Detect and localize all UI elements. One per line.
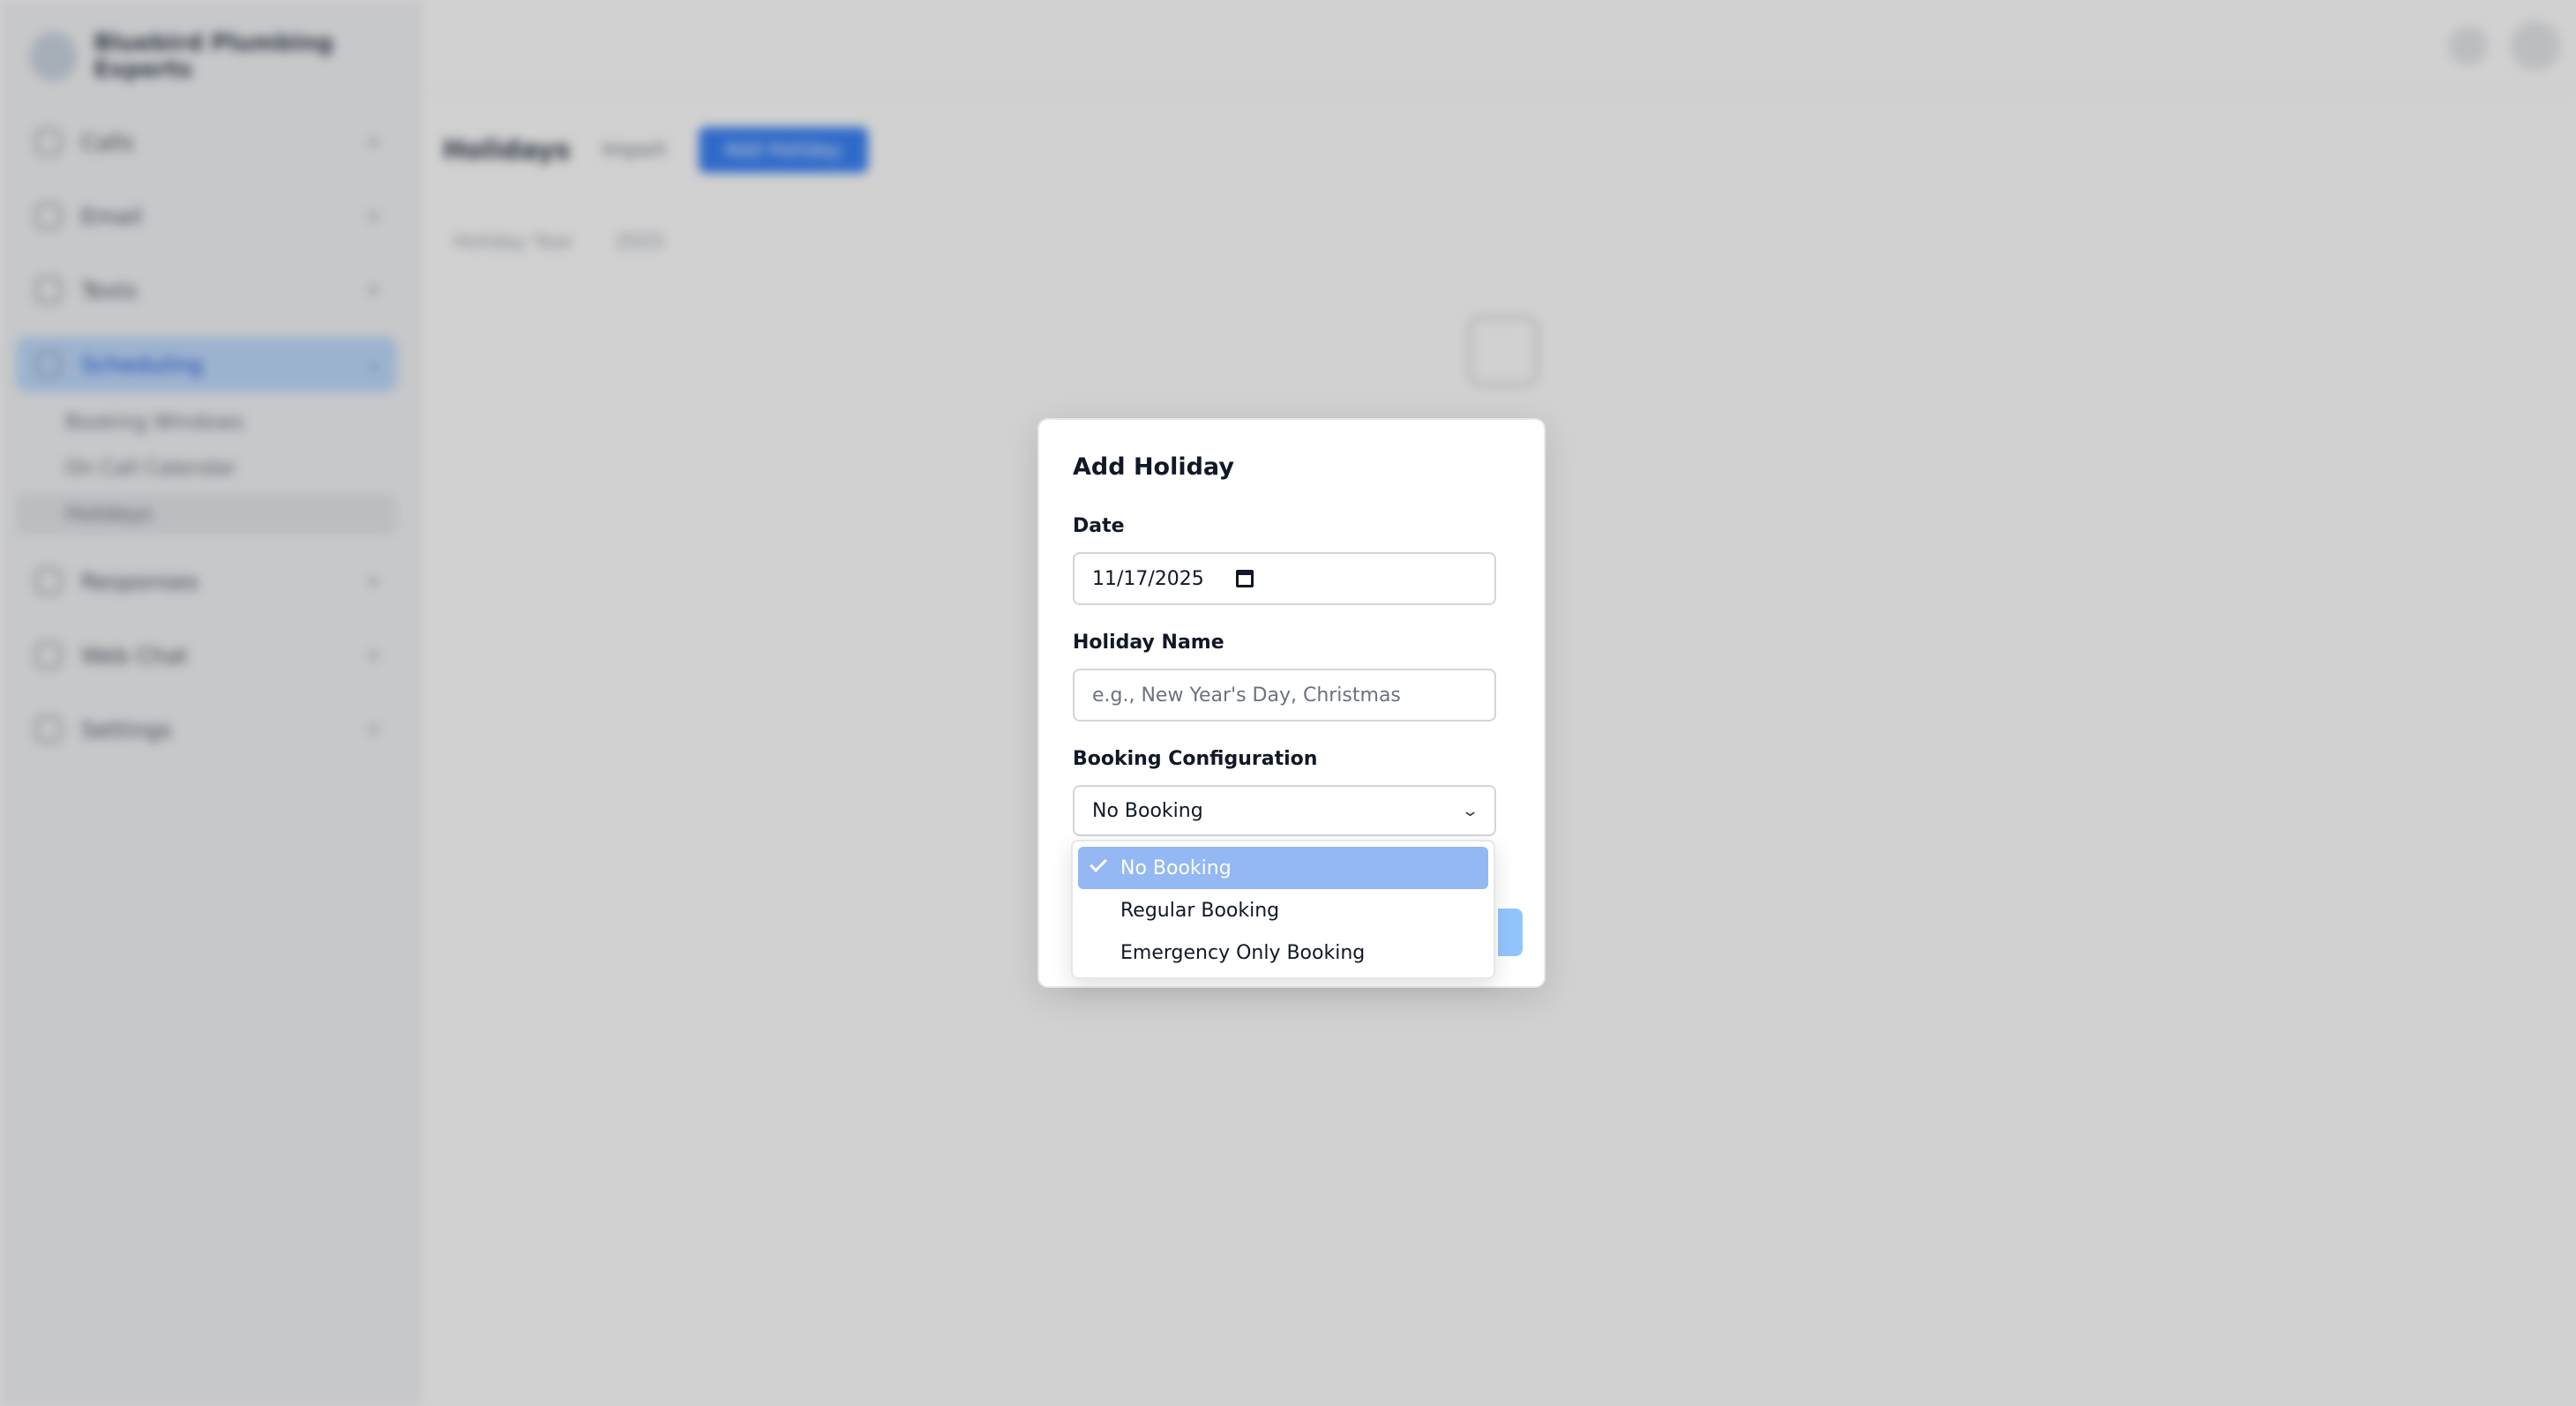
booking-config-label: Booking Configuration bbox=[1073, 748, 1318, 770]
option-label: Emergency Only Booking bbox=[1120, 941, 1366, 964]
dialog-title: Add Holiday bbox=[1073, 453, 1234, 481]
booking-config-value: No Booking bbox=[1092, 799, 1203, 822]
option-label: No Booking bbox=[1120, 856, 1232, 879]
submit-button[interactable] bbox=[1498, 909, 1523, 956]
date-label: Date bbox=[1073, 515, 1125, 537]
booking-config-dropdown: No Booking Regular Booking Emergency Onl… bbox=[1071, 840, 1495, 979]
option-no-booking[interactable]: No Booking bbox=[1078, 847, 1488, 889]
date-input[interactable]: 11/17/2025 bbox=[1073, 552, 1496, 605]
option-regular-booking[interactable]: Regular Booking bbox=[1078, 889, 1488, 931]
date-value: 11/17/2025 bbox=[1092, 567, 1204, 590]
holiday-name-input[interactable]: e.g., New Year's Day, Christmas bbox=[1073, 669, 1496, 722]
holiday-name-label: Holiday Name bbox=[1073, 632, 1224, 654]
holiday-name-placeholder: e.g., New Year's Day, Christmas bbox=[1092, 684, 1401, 707]
booking-config-select[interactable]: No Booking ⌄ bbox=[1073, 785, 1496, 836]
chevron-down-icon: ⌄ bbox=[1460, 801, 1480, 820]
check-icon bbox=[1090, 855, 1107, 872]
option-label: Regular Booking bbox=[1120, 899, 1280, 922]
calendar-picker-icon[interactable] bbox=[1235, 570, 1254, 587]
option-emergency-only-booking[interactable]: Emergency Only Booking bbox=[1078, 931, 1488, 974]
